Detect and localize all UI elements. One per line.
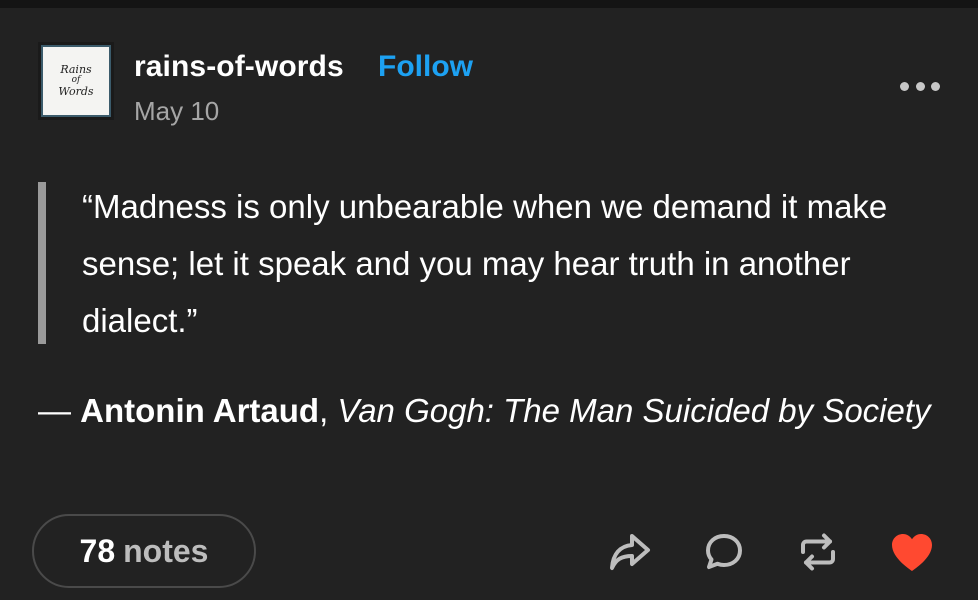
- post-date: May 10: [134, 96, 220, 126]
- attribution-dash: —: [38, 392, 81, 429]
- post-actions: [604, 526, 938, 578]
- dot: [931, 81, 940, 91]
- dot: [915, 81, 925, 91]
- attribution-author: Antonin Artaud: [80, 392, 320, 429]
- notes-count: 78: [79, 532, 116, 569]
- attribution-work: Van Gogh: The Man Suicided by Society: [337, 392, 931, 429]
- share-icon[interactable]: [604, 526, 656, 578]
- notes-label: notes: [123, 532, 209, 569]
- follow-button[interactable]: Follow: [378, 50, 473, 84]
- avatar[interactable]: Rains of Words: [38, 42, 114, 120]
- reblog-icon[interactable]: [792, 526, 844, 578]
- like-icon[interactable]: [886, 526, 938, 578]
- post-card: Rains of Words rains-of-words Follow May…: [0, 0, 978, 600]
- post-header: Rains of Words rains-of-words Follow May…: [38, 42, 948, 128]
- username-link[interactable]: rains-of-words: [134, 50, 344, 84]
- quote-text: “Madness is only unbearable when we dema…: [82, 188, 888, 339]
- ellipsis-icon[interactable]: [900, 76, 940, 96]
- quote-attribution: — Antonin Artaud, Van Gogh: The Man Suic…: [38, 382, 938, 440]
- blockquote: “Madness is only unbearable when we dema…: [38, 182, 938, 344]
- reply-icon[interactable]: [698, 526, 750, 578]
- avatar-text-line: Words: [58, 84, 94, 98]
- attribution-separator: ,: [319, 392, 338, 429]
- dot: [900, 81, 909, 91]
- notes-button[interactable]: 78 notes: [32, 514, 256, 588]
- avatar-image: Rains of Words: [41, 45, 111, 117]
